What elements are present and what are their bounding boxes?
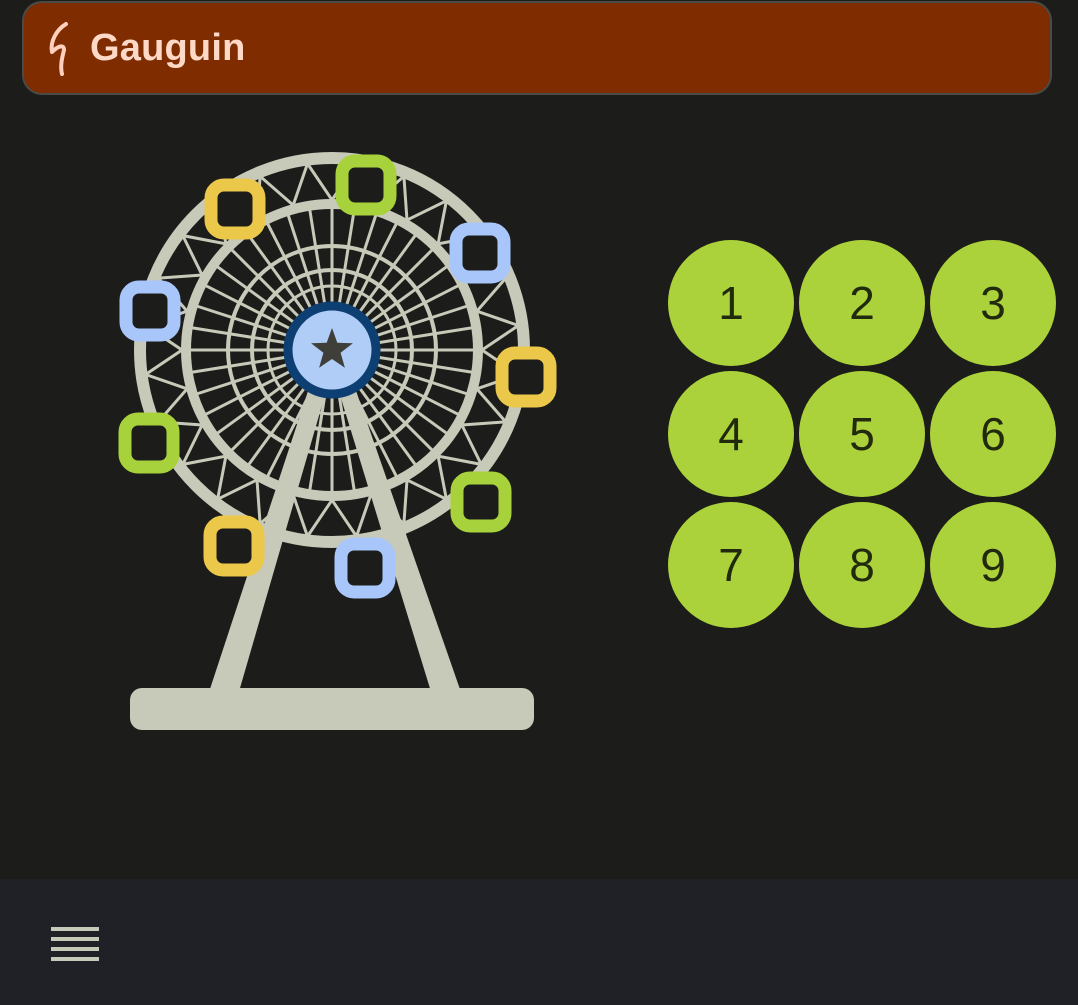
app-screen: Gauguin 123 456 789: [0, 0, 1078, 1005]
menu-button[interactable]: [40, 915, 110, 971]
wheel-cabin: [203, 515, 265, 577]
keypad-key-4[interactable]: 4: [668, 371, 794, 497]
wheel-cabin: [334, 537, 396, 599]
hamburger-menu-icon: [51, 927, 99, 961]
keypad-key-7[interactable]: 7: [668, 502, 794, 628]
keypad-key-5[interactable]: 5: [799, 371, 925, 497]
wheel-cabin: [119, 280, 181, 342]
ferris-wheel-graphic: [118, 152, 557, 730]
keypad-key-3[interactable]: 3: [930, 240, 1056, 366]
bottom-app-bar: [0, 879, 1078, 1005]
wheel-cabin: [204, 178, 266, 240]
keypad-key-8[interactable]: 8: [799, 502, 925, 628]
wheel-cabin: [495, 346, 557, 408]
wheel-cabin: [449, 222, 511, 284]
wheel-base: [130, 688, 534, 730]
squiggle-logo-icon: [40, 18, 80, 78]
keypad-key-6[interactable]: 6: [930, 371, 1056, 497]
ferris-wheel-illustration: [100, 135, 570, 745]
keypad-key-1[interactable]: 1: [668, 240, 794, 366]
title-bar: Gauguin: [22, 1, 1052, 95]
wheel-cabin: [118, 412, 180, 474]
keypad-key-2[interactable]: 2: [799, 240, 925, 366]
keypad-key-9[interactable]: 9: [930, 502, 1056, 628]
number-keypad: 123 456 789: [668, 240, 1058, 630]
app-title: Gauguin: [90, 26, 246, 69]
wheel-cabin: [450, 471, 512, 533]
wheel-cabin: [335, 154, 397, 216]
